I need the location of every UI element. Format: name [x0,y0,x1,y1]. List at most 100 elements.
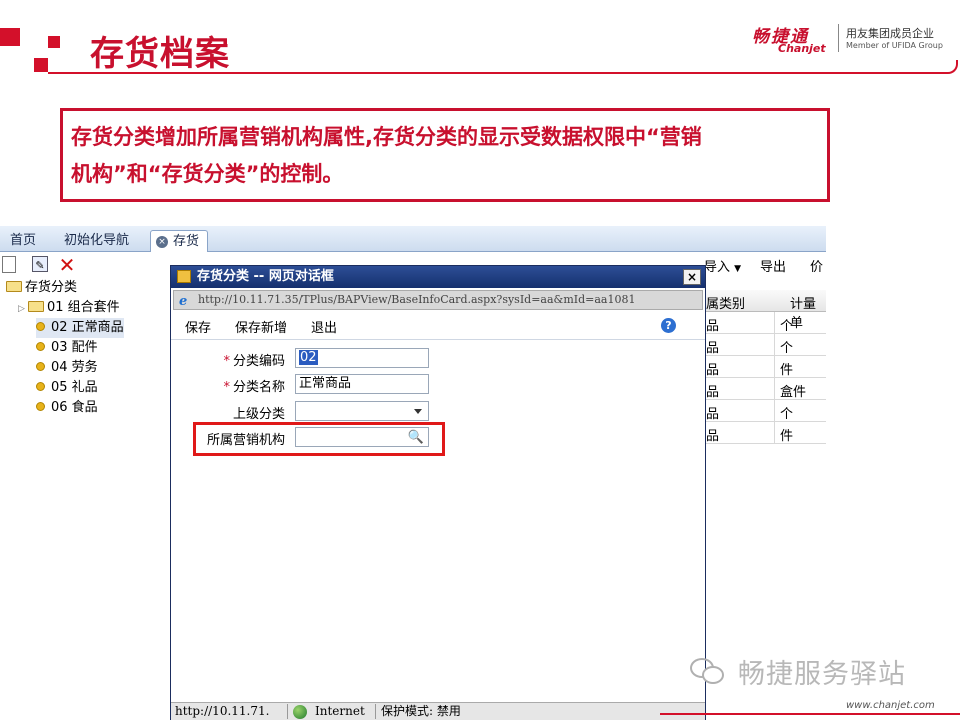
status-url: http://10.11.71. [175,704,270,718]
dialog-menu-bar: 保存 保存新增 退出 ? [171,312,705,338]
grid-header: 属类别 计量单 [700,290,826,331]
cell: 件 [780,363,794,378]
help-icon[interactable]: ? [661,318,676,333]
tab-init-guide[interactable]: 初始化导航 [56,230,137,252]
brand-name-en: Chanjet [778,42,826,55]
menu-divider [171,339,705,340]
close-button[interactable]: × [683,269,701,285]
status-divider [287,704,288,719]
tab-inventory[interactable]: × 存货 [150,230,209,252]
decor-square [34,58,48,72]
brand-member-en: Member of UFIDA Group [846,41,943,50]
import-label: 导入 [704,260,731,275]
code-input[interactable]: 02 [295,348,429,368]
cell-divider [774,400,775,422]
tab-home[interactable]: 首页 [2,230,44,252]
decor-square [48,36,60,48]
tree-root-label: 存货分类 [25,280,78,295]
cell: 品 [706,385,720,400]
leaf-dot-icon [36,322,45,331]
leaf-dot-icon [36,342,45,351]
cell-divider [774,422,775,444]
tree-item-02[interactable]: 02 正常商品 [36,318,124,338]
tree-item-05[interactable]: 05 礼品 [36,378,98,398]
category-dialog: 存货分类 -- 网页对话框 × e http://10.11.71.35/TPl… [170,265,706,720]
decor-square [0,28,20,46]
name-input[interactable]: 正常商品 [295,374,429,394]
cell-divider [774,334,775,356]
name-label-text: 分类名称 [232,380,285,395]
table-row[interactable]: 品个 [700,334,826,356]
wechat-bubble [702,666,724,684]
edit-icon[interactable]: ✎ [32,256,48,272]
table-row[interactable]: 品个 [700,312,826,334]
tree-item-label: 06 食品 [51,400,98,415]
code-label: * 分类编码 [175,350,285,369]
browser-icon: e [179,294,188,309]
save-button[interactable]: 保存 [185,317,211,336]
callout-line-2: 机构”和“存货分类”的控制。 [71,162,344,186]
cell: 品 [706,407,720,422]
address-bar[interactable]: e http://10.11.71.35/TPlus/BAPView/BaseI… [173,290,703,310]
cell: 品 [706,363,720,378]
column-header[interactable]: 属类别 [706,293,745,312]
cell: 品 [706,341,720,356]
tree-root[interactable]: 存货分类 [6,278,77,298]
dialog-title-bar[interactable]: 存货分类 -- 网页对话框 × [171,266,705,288]
expand-arrow-icon[interactable]: ▷ [18,299,28,319]
import-button[interactable]: 导入 ▼ [704,256,741,275]
table-row[interactable]: 品件 [700,422,826,444]
dialog-window-icon [177,270,191,283]
brand-logo: 畅捷通 Chanjet 用友集团成员企业 Member of UFIDA Gro… [752,22,952,56]
status-protected-mode: 保护模式: 禁用 [381,704,461,718]
status-zone: Internet [315,704,365,718]
required-mark: * [223,354,230,369]
footer-url: www.chanjet.com [846,700,935,711]
highlight-box [193,422,445,456]
wechat-icon [688,656,728,688]
slide-title: 存货档案 [90,34,230,74]
parent-label: 上级分类 [232,407,285,422]
tab-bar: 首页 初始化导航 × 存货 [0,226,826,252]
exit-button[interactable]: 退出 [311,317,337,336]
chevron-down-icon[interactable] [414,409,422,414]
cell: 品 [706,429,720,444]
tree-item-03[interactable]: 03 配件 [36,338,98,358]
leaf-dot-icon [36,382,45,391]
code-value: 02 [299,350,318,365]
callout-box: 存货分类增加所属营销机构属性,存货分类的显示受数据权限中“营销 机构”和“存货分… [60,108,830,202]
tree-item-label: 03 配件 [51,340,98,355]
folder-icon [28,301,44,312]
price-button[interactable]: 价 [810,256,823,275]
parent-select[interactable] [295,401,429,421]
tree-item-01[interactable]: ▷ 01 组合套件 [18,298,120,318]
tree-item-06[interactable]: 06 食品 [36,398,98,418]
name-label: * 分类名称 [175,376,285,395]
tree-item-label: 02 正常商品 [51,320,124,335]
cell: 个 [780,407,794,422]
cell-divider [774,312,775,334]
watermark-text: 畅捷服务驿站 [738,659,906,690]
brand-member-cn: 用友集团成员企业 [846,27,934,40]
delete-icon[interactable]: ✕ [58,255,76,275]
tree-item-label: 01 组合套件 [47,300,120,315]
dialog-title: 存货分类 -- 网页对话框 [197,269,334,284]
tree-item-04[interactable]: 04 劳务 [36,358,98,378]
tab-inventory-label: 存货 [173,234,200,249]
tree-item-label: 04 劳务 [51,360,98,375]
leaf-dot-icon [36,362,45,371]
chevron-down-icon: ▼ [734,264,742,274]
cell: 品 [706,319,720,334]
tab-close-icon[interactable]: × [156,236,168,248]
address-url: http://10.11.71.35/TPlus/BAPView/BaseInf… [198,293,636,306]
name-value: 正常商品 [299,376,352,391]
table-row[interactable]: 品个 [700,400,826,422]
table-row[interactable]: 品 盒件 [700,378,826,400]
new-document-icon[interactable] [2,256,16,273]
save-new-button[interactable]: 保存新增 [235,317,287,336]
globe-icon [293,705,307,719]
export-button[interactable]: 导出 [760,256,786,275]
callout-line-1: 存货分类增加所属营销机构属性,存货分类的显示受数据权限中“营销 [71,125,702,149]
table-row[interactable]: 品件 [700,356,826,378]
required-mark: * [223,380,230,395]
